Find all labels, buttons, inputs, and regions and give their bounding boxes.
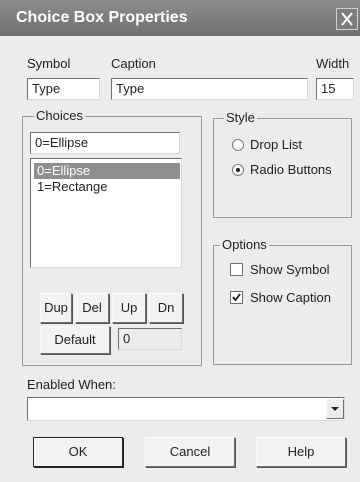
show-symbol-checkbox[interactable] [230, 263, 243, 276]
help-button[interactable]: Help [256, 437, 346, 467]
choice-box-properties-dialog: Choice Box Properties Symbol Type Captio… [0, 0, 360, 482]
options-group-label: Options [220, 237, 269, 252]
close-button[interactable] [336, 8, 358, 30]
width-label: Width [316, 56, 350, 71]
list-item[interactable]: 1=Rectange [34, 179, 110, 195]
combo-dropdown-button[interactable] [326, 399, 344, 419]
choices-list[interactable]: 0=Ellipse 1=Rectange [30, 158, 182, 268]
dup-button[interactable]: Dup [40, 293, 72, 323]
checkmark-icon [232, 293, 241, 302]
enabled-when-combo[interactable] [27, 397, 345, 421]
symbol-label: Symbol [27, 56, 71, 71]
cancel-button[interactable]: Cancel [145, 437, 235, 467]
close-icon [341, 12, 353, 26]
radio-buttons-label[interactable]: Radio Buttons [250, 162, 332, 177]
drop-list-radio[interactable] [232, 139, 244, 151]
title-bar[interactable]: Choice Box Properties [0, 0, 360, 36]
default-value-field: 0 [118, 328, 182, 350]
radio-selected-dot [236, 168, 240, 172]
ok-button[interactable]: OK [33, 437, 123, 467]
show-symbol-label[interactable]: Show Symbol [250, 262, 329, 277]
caption-label: Caption [111, 56, 156, 71]
width-field[interactable]: 15 [316, 78, 354, 100]
radio-buttons-radio[interactable] [232, 164, 244, 176]
show-caption-label[interactable]: Show Caption [250, 290, 331, 305]
caption-field[interactable]: Type [111, 78, 308, 100]
default-button[interactable]: Default [40, 326, 110, 354]
style-group-label: Style [224, 110, 257, 125]
choice-edit-field[interactable]: 0=Ellipse [30, 132, 180, 154]
dialog-title: Choice Box Properties [16, 9, 188, 26]
up-button[interactable]: Up [112, 293, 146, 323]
list-item-selected[interactable]: 0=Ellipse [34, 163, 180, 179]
show-caption-checkbox[interactable] [230, 291, 243, 304]
chevron-down-icon [331, 407, 339, 411]
dn-button[interactable]: Dn [149, 293, 183, 323]
del-button[interactable]: Del [75, 293, 109, 323]
choices-group-label: Choices [34, 108, 85, 123]
symbol-field[interactable]: Type [27, 78, 100, 100]
drop-list-label[interactable]: Drop List [250, 137, 302, 152]
enabled-when-label: Enabled When: [27, 377, 116, 392]
